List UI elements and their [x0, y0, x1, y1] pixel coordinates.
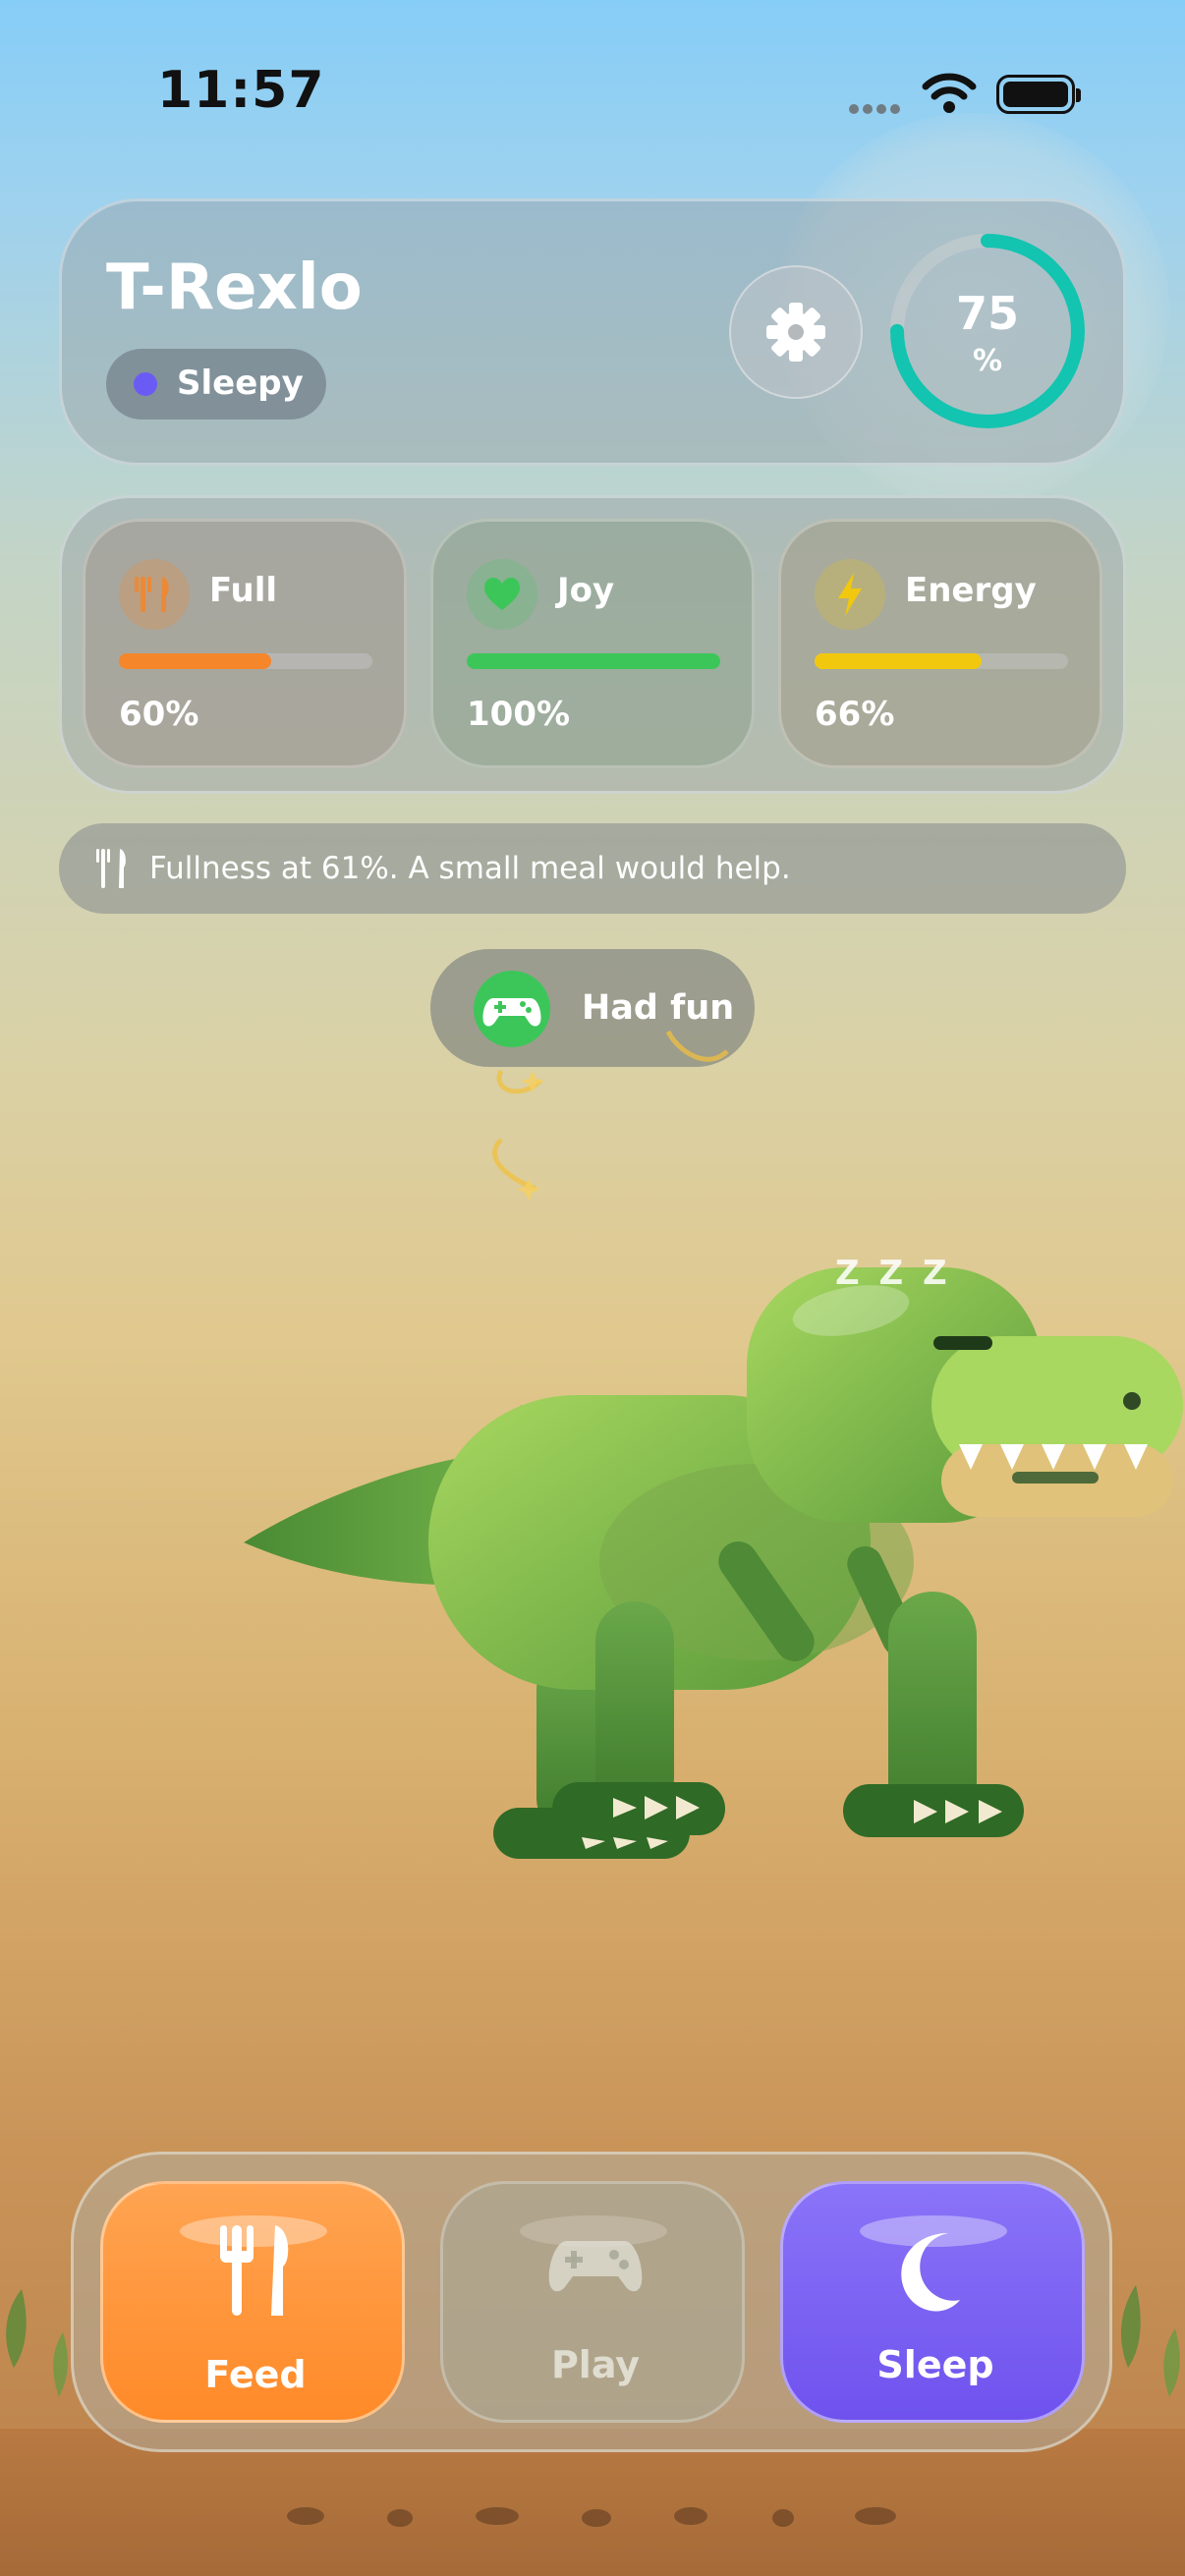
mood-label: Sleepy [177, 364, 304, 403]
pebble [387, 2509, 413, 2527]
stat-label: Full [209, 571, 278, 610]
dinosaur-pet[interactable] [236, 1248, 1185, 1876]
mood-dot [134, 372, 157, 396]
stat-label: Joy [557, 571, 615, 610]
pet-name: T-Rexlo [106, 252, 363, 324]
grass-left [6, 2289, 68, 2397]
stat-bar [815, 653, 1068, 669]
stat-bar [119, 653, 372, 669]
battery-icon [996, 75, 1081, 114]
stat-percent: 66% [815, 695, 895, 734]
gamepad-icon [548, 2241, 643, 2292]
stat-bar [467, 653, 720, 669]
heart-icon [467, 559, 537, 630]
sleep-label: Sleep [876, 2343, 994, 2386]
overall-value: 75 [955, 287, 1019, 340]
pebble [287, 2507, 324, 2525]
pebble [476, 2507, 519, 2525]
gear-icon [766, 303, 825, 362]
sleep-zzz: Z Z Z [835, 1254, 951, 1293]
stat-percent: 100% [467, 695, 571, 734]
fork-knife-icon [96, 849, 126, 888]
stat-card-energy: Energy 66% [778, 519, 1102, 768]
stat-label: Energy [905, 571, 1037, 610]
play-button[interactable]: Play [440, 2181, 745, 2423]
pebble [582, 2509, 611, 2527]
grass-right [1121, 2285, 1180, 2397]
feed-button[interactable]: Feed [100, 2181, 405, 2423]
wifi-icon [922, 73, 977, 113]
feed-label: Feed [204, 2353, 307, 2396]
play-label: Play [550, 2343, 641, 2386]
stat-card-joy: Joy 100% [430, 519, 755, 768]
pebble [772, 2509, 794, 2527]
fork-knife-icon [119, 559, 190, 630]
pebble [674, 2507, 707, 2525]
fork-knife-icon [220, 2225, 289, 2316]
stat-percent: 60% [119, 695, 199, 734]
stat-card-full: Full 60% [83, 519, 407, 768]
settings-button[interactable] [729, 265, 863, 399]
hint-text: Fullness at 61%. A small meal would help… [149, 851, 791, 886]
cellular-signal-icon [849, 102, 906, 116]
sparkle-effect [492, 1030, 729, 1201]
moon-icon [901, 2233, 960, 2312]
overall-unit: % [972, 344, 1003, 378]
sleep-button[interactable]: Sleep [780, 2181, 1085, 2423]
status-time: 11:57 [157, 61, 325, 120]
pebble [855, 2507, 896, 2525]
bolt-icon [815, 559, 885, 630]
